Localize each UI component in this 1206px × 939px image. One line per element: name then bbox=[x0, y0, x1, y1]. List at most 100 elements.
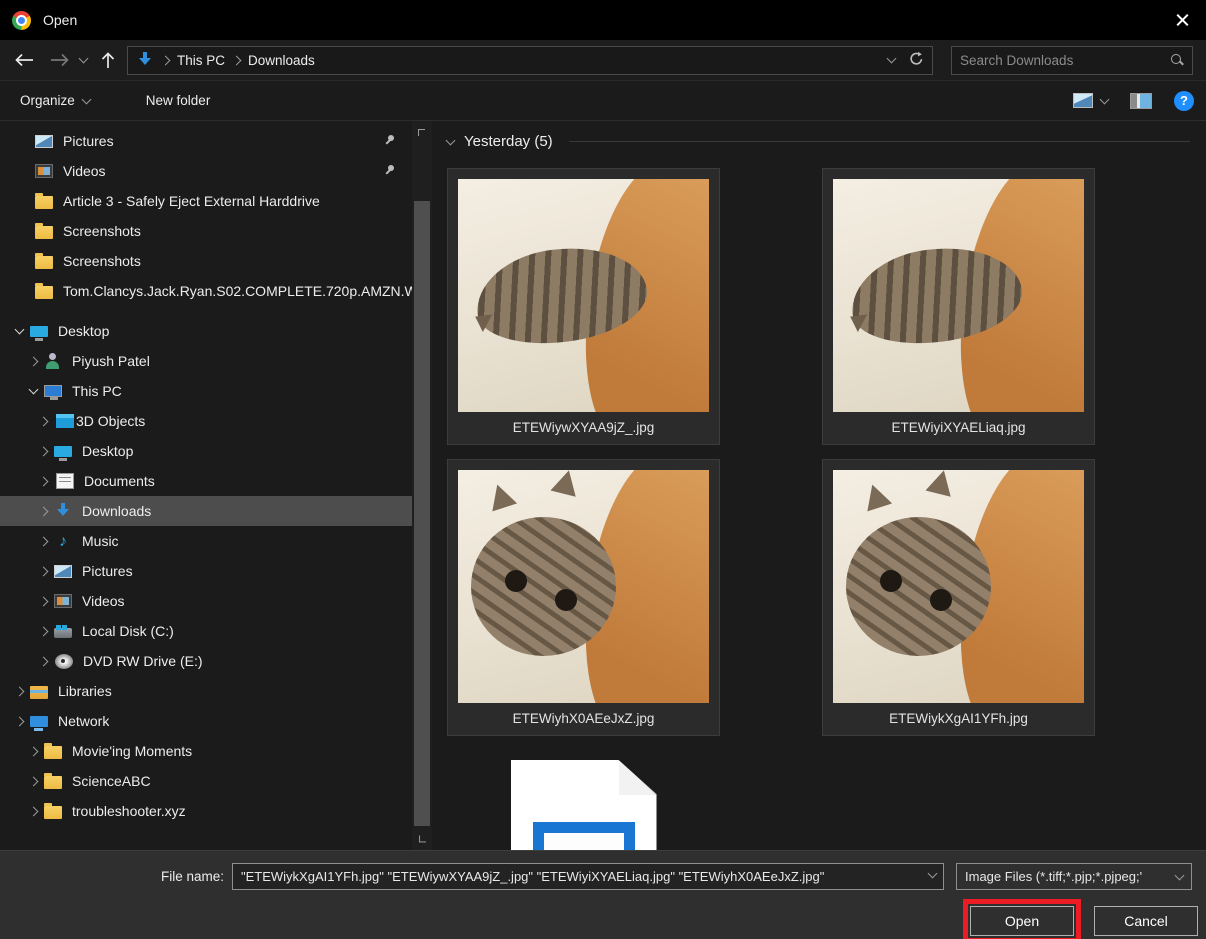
sidebar-item-music[interactable]: Music bbox=[0, 526, 412, 556]
desktop-icon bbox=[30, 326, 48, 337]
sidebar-item-screenshots-2[interactable]: Screenshots bbox=[0, 246, 412, 276]
local-disk-icon bbox=[54, 628, 72, 638]
chevron-down-icon bbox=[1101, 99, 1108, 103]
new-folder-label: New folder bbox=[146, 93, 211, 108]
title-bar: Open bbox=[0, 0, 1206, 40]
chevron-expanded-icon[interactable] bbox=[22, 389, 44, 393]
sidebar-item-tom-clancys[interactable]: Tom.Clancys.Jack.Ryan.S02.COMPLETE.720p.… bbox=[0, 276, 412, 306]
sidebar-item-videos-quick[interactable]: Videos bbox=[0, 156, 412, 186]
organize-button[interactable]: Organize bbox=[20, 93, 90, 108]
file-tile[interactable]: ETEWiywXYAA9jZ_.jpg bbox=[447, 168, 720, 445]
sidebar-item-article3[interactable]: Article 3 - Safely Eject External Harddr… bbox=[0, 186, 412, 216]
image-file-icon bbox=[511, 760, 657, 850]
address-dropdown-icon[interactable] bbox=[888, 58, 895, 62]
chevron-collapsed-icon[interactable] bbox=[32, 568, 54, 575]
command-toolbar: Organize New folder ? bbox=[0, 81, 1206, 121]
sidebar-item-documents[interactable]: Documents bbox=[0, 466, 412, 496]
scrollbar-thumb[interactable] bbox=[414, 201, 430, 826]
sidebar-scrollbar[interactable] bbox=[412, 121, 432, 850]
chevron-collapsed-icon[interactable] bbox=[32, 658, 54, 665]
breadcrumb-this-pc[interactable]: This PC bbox=[173, 53, 229, 68]
chevron-collapsed-icon[interactable] bbox=[22, 808, 44, 815]
sidebar-item-scienceabc[interactable]: ScienceABC bbox=[0, 766, 412, 796]
preview-pane-icon[interactable] bbox=[1130, 93, 1152, 109]
folder-icon bbox=[44, 776, 62, 789]
address-bar[interactable]: This PC Downloads bbox=[127, 46, 933, 75]
chevron-collapsed-icon[interactable] bbox=[22, 358, 44, 365]
help-icon[interactable]: ? bbox=[1174, 91, 1194, 111]
chevron-collapsed-icon[interactable] bbox=[32, 508, 54, 515]
chevron-collapsed-icon[interactable] bbox=[22, 748, 44, 755]
sidebar-item-network[interactable]: Network bbox=[0, 706, 412, 736]
new-folder-button[interactable]: New folder bbox=[146, 93, 211, 108]
file-tile[interactable]: ETEWiyhX0AEeJxZ.jpg bbox=[447, 459, 720, 736]
scroll-down-icon[interactable] bbox=[418, 836, 426, 844]
chevron-collapsed-icon[interactable] bbox=[32, 538, 54, 545]
sidebar-item-movieing-moments[interactable]: Movie'ing Moments bbox=[0, 736, 412, 766]
scroll-up-icon[interactable] bbox=[417, 128, 427, 138]
file-tile[interactable]: ETEWiyiXYAELiaq.jpg bbox=[822, 168, 1095, 445]
sidebar-item-videos[interactable]: Videos bbox=[0, 586, 412, 616]
chevron-collapsed-icon[interactable] bbox=[8, 688, 30, 695]
file-tile[interactable] bbox=[447, 750, 720, 850]
recent-locations-icon[interactable] bbox=[80, 58, 87, 62]
chevron-collapsed-icon[interactable] bbox=[8, 718, 30, 725]
search-box[interactable] bbox=[951, 46, 1193, 75]
pin-icon bbox=[384, 135, 396, 147]
sidebar-item-screenshots-1[interactable]: Screenshots bbox=[0, 216, 412, 246]
collapse-group-icon[interactable] bbox=[447, 140, 454, 144]
file-tile[interactable]: ETEWiykXgAI1YFh.jpg bbox=[822, 459, 1095, 736]
sidebar-item-3d-objects[interactable]: 3D Objects bbox=[0, 406, 412, 436]
file-name-combo[interactable] bbox=[232, 863, 944, 890]
sidebar-item-pictures-quick[interactable]: Pictures bbox=[0, 126, 412, 156]
folder-icon bbox=[35, 196, 53, 209]
file-type-value: Image Files (*.tiff;*.pjp;*.pjpeg;' bbox=[965, 869, 1176, 884]
open-button[interactable]: Open bbox=[970, 906, 1074, 936]
pictures-icon bbox=[35, 135, 53, 148]
forward-button[interactable] bbox=[50, 53, 70, 67]
sidebar-item-pictures[interactable]: Pictures bbox=[0, 556, 412, 586]
documents-icon bbox=[56, 473, 74, 489]
close-icon[interactable] bbox=[1174, 11, 1192, 29]
chevron-collapsed-icon[interactable] bbox=[32, 598, 54, 605]
refresh-icon[interactable] bbox=[909, 51, 924, 69]
back-button[interactable] bbox=[14, 53, 34, 67]
file-list-area: Yesterday (5) ETEWiywXYAA9jZ_.jpg ETEWiy… bbox=[432, 121, 1206, 850]
file-name-label: ETEWiykXgAI1YFh.jpg bbox=[823, 709, 1094, 735]
chevron-expanded-icon[interactable] bbox=[8, 329, 30, 333]
network-icon bbox=[30, 716, 48, 727]
file-name-input[interactable] bbox=[232, 863, 944, 890]
chevron-collapsed-icon[interactable] bbox=[32, 418, 54, 425]
cat-illustration bbox=[846, 517, 992, 657]
pin-icon bbox=[384, 165, 396, 177]
sidebar-item-local-disk-c[interactable]: Local Disk (C:) bbox=[0, 616, 412, 646]
sidebar-item-desktop[interactable]: Desktop bbox=[0, 436, 412, 466]
combo-dropdown-icon[interactable] bbox=[929, 873, 936, 877]
chevron-collapsed-icon[interactable] bbox=[32, 448, 54, 455]
sidebar-item-troubleshooter[interactable]: troubleshooter.xyz bbox=[0, 796, 412, 826]
sidebar-item-libraries[interactable]: Libraries bbox=[0, 676, 412, 706]
sidebar-item-dvd-drive-e[interactable]: DVD RW Drive (E:) bbox=[0, 646, 412, 676]
downloads-icon bbox=[136, 52, 154, 68]
up-button[interactable] bbox=[101, 51, 115, 69]
sidebar-item-downloads[interactable]: Downloads bbox=[0, 496, 412, 526]
downloads-icon bbox=[54, 503, 72, 519]
sidebar-item-piyush-patel[interactable]: Piyush Patel bbox=[0, 346, 412, 376]
chrome-logo-icon bbox=[12, 11, 31, 30]
file-type-select[interactable]: Image Files (*.tiff;*.pjp;*.pjpeg;' bbox=[956, 863, 1192, 890]
chevron-collapsed-icon[interactable] bbox=[22, 778, 44, 785]
search-icon[interactable] bbox=[1170, 53, 1184, 67]
chevron-down-icon bbox=[83, 99, 90, 103]
group-header-yesterday[interactable]: Yesterday (5) bbox=[447, 133, 1206, 150]
thumbnail-view-icon bbox=[1073, 93, 1093, 108]
red-annotation-box: Open bbox=[963, 899, 1081, 939]
thumbnail-image bbox=[833, 179, 1084, 412]
breadcrumb-downloads[interactable]: Downloads bbox=[244, 53, 319, 68]
chevron-collapsed-icon[interactable] bbox=[32, 628, 54, 635]
views-button[interactable] bbox=[1073, 93, 1108, 108]
sidebar-item-this-pc[interactable]: This PC bbox=[0, 376, 412, 406]
sidebar-item-desktop-root[interactable]: Desktop bbox=[0, 316, 412, 346]
cancel-button[interactable]: Cancel bbox=[1094, 906, 1198, 936]
chevron-collapsed-icon[interactable] bbox=[32, 478, 54, 485]
search-input[interactable] bbox=[960, 53, 1170, 68]
